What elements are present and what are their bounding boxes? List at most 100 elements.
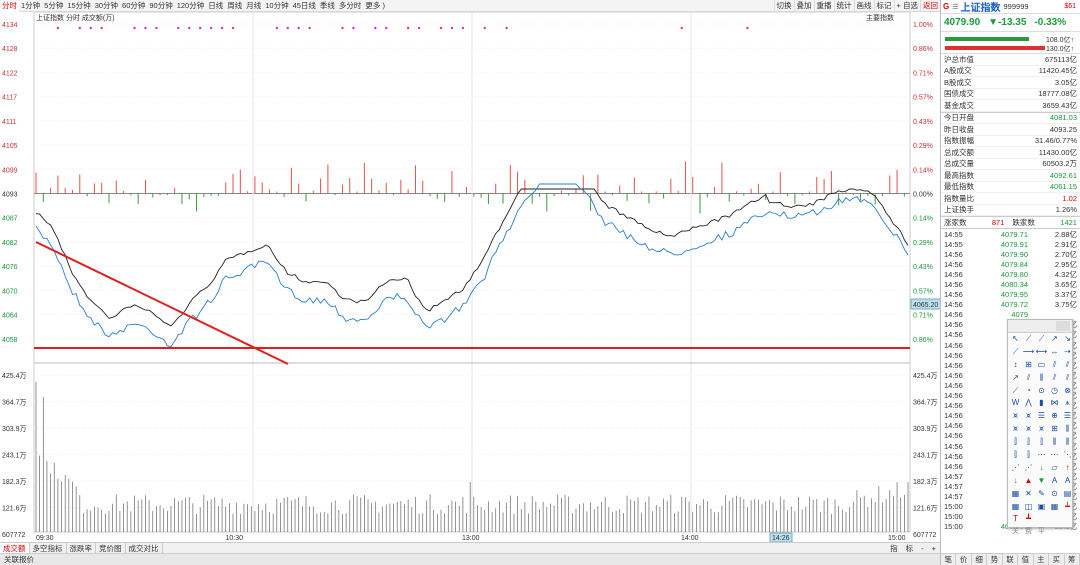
tool-button[interactable]: 画线 bbox=[853, 0, 874, 12]
draw-tool-icon[interactable]: ┷ bbox=[1061, 501, 1074, 514]
draw-tool-icon[interactable]: ▲ bbox=[1022, 475, 1035, 488]
draw-tool-icon[interactable]: ⊞ bbox=[1048, 423, 1061, 436]
indicator-tab[interactable]: 涨跌率 bbox=[67, 542, 96, 554]
panel-tab[interactable]: 买 bbox=[1049, 554, 1065, 565]
draw-tool-icon[interactable]: ⋯ bbox=[1035, 449, 1048, 462]
draw-tool-icon[interactable]: ⟶ bbox=[1022, 346, 1035, 359]
panel-tab[interactable]: 笔 bbox=[941, 554, 957, 565]
tool-button[interactable]: 重播 bbox=[813, 0, 834, 12]
intraday-chart[interactable]: 上证指数 分时 成交额(万) 主要指数 4134 1.00% 4128 0.86% 4122… bbox=[0, 12, 940, 542]
period-tab[interactable]: 15分钟 bbox=[65, 0, 92, 12]
return-button[interactable]: 返回 bbox=[920, 0, 940, 12]
draw-tool-icon[interactable] bbox=[1048, 513, 1061, 526]
indicator-tab[interactable]: 多空指标 bbox=[30, 542, 67, 554]
indicator-control[interactable]: - bbox=[917, 543, 928, 554]
draw-tool-icon[interactable]: ⫽ bbox=[1048, 372, 1061, 385]
draw-tool-icon[interactable]: ▮ bbox=[1035, 397, 1048, 410]
draw-tool-icon[interactable]: ▦ bbox=[1009, 501, 1022, 514]
draw-tool-icon[interactable]: ⩙ bbox=[1022, 423, 1035, 436]
tool-button[interactable]: 标记 bbox=[873, 0, 894, 12]
draw-tool-icon[interactable]: ⋈ bbox=[1048, 397, 1061, 410]
panel-tab[interactable]: 筹 bbox=[1065, 554, 1080, 565]
tool-button[interactable]: + 自选 bbox=[893, 0, 920, 12]
indicator-control[interactable]: + bbox=[928, 543, 940, 554]
draw-tool-icon[interactable]: ⊙ bbox=[1048, 488, 1061, 501]
draw-tool-icon[interactable]: A bbox=[1048, 475, 1061, 488]
draw-tool-icon[interactable]: ⫿ bbox=[1022, 436, 1035, 449]
draw-tool-icon[interactable]: ▼ bbox=[1035, 475, 1048, 488]
draw-tool-icon[interactable]: ⫿ bbox=[1009, 449, 1022, 462]
draw-tool-icon[interactable]: ⟋ bbox=[1009, 346, 1022, 359]
draw-tool-icon[interactable]: ⫽ bbox=[1061, 372, 1074, 385]
period-tab[interactable]: 30分钟 bbox=[93, 0, 120, 12]
panel-tab[interactable]: 价 bbox=[956, 554, 972, 565]
period-tab[interactable]: 分时 bbox=[0, 0, 19, 12]
tool-button[interactable]: 切换 bbox=[773, 0, 794, 12]
period-tab[interactable]: 周线 bbox=[225, 0, 244, 12]
draw-tool-icon[interactable]: ⫼ bbox=[1035, 372, 1048, 385]
period-tab[interactable]: 季线 bbox=[318, 0, 337, 12]
trend-line-diagonal[interactable] bbox=[35, 241, 289, 365]
draw-tool-icon[interactable]: ⩙ bbox=[1009, 410, 1022, 423]
draw-tool-icon[interactable]: ⫿ bbox=[1022, 449, 1035, 462]
draw-tool-icon[interactable]: ⟋ bbox=[1009, 385, 1022, 398]
period-tab[interactable]: 5分钟 bbox=[42, 0, 65, 12]
period-tab[interactable]: 60分钟 bbox=[120, 0, 147, 12]
period-tab[interactable]: 日线 bbox=[206, 0, 225, 12]
draw-tool-icon[interactable]: ↕ bbox=[1009, 359, 1022, 372]
draw-tool-icon[interactable]: ✎ bbox=[1035, 488, 1048, 501]
draw-tool-footer[interactable]: 平 bbox=[1038, 526, 1045, 536]
draw-tool-icon[interactable]: ↖ bbox=[1009, 333, 1022, 346]
draw-tool-icon[interactable]: ▦ bbox=[1048, 501, 1061, 514]
draw-tool-icon[interactable] bbox=[1035, 513, 1048, 526]
draw-tool-icon[interactable]: A bbox=[1061, 475, 1074, 488]
draw-tool-icon[interactable]: ⟋ bbox=[1022, 333, 1035, 346]
draw-tool-icon[interactable]: ⫿ bbox=[1009, 436, 1022, 449]
period-tab[interactable]: 1分钟 bbox=[19, 0, 42, 12]
draw-tool-icon[interactable]: ↘ bbox=[1061, 333, 1074, 346]
draw-tool-icon[interactable]: ↓ bbox=[1035, 462, 1048, 475]
draw-tool-icon[interactable]: ↗ bbox=[1048, 333, 1061, 346]
draw-tool-icon[interactable]: ⇢ bbox=[1061, 346, 1074, 359]
draw-tool-icon[interactable]: ⋀ bbox=[1022, 397, 1035, 410]
draw-tool-icon[interactable]: ⋯ bbox=[1048, 449, 1061, 462]
period-tab[interactable]: 月线 bbox=[244, 0, 263, 12]
draw-tool-icon[interactable]: ▭ bbox=[1035, 359, 1048, 372]
draw-tool-icon[interactable]: ↔ bbox=[1048, 346, 1061, 359]
draw-tool-icon[interactable]: ⊞ bbox=[1022, 359, 1035, 372]
draw-tool-footer[interactable]: 关 bbox=[1012, 526, 1019, 536]
draw-tool-icon[interactable]: ☰ bbox=[1035, 410, 1048, 423]
draw-tool-icon[interactable]: ⫽ bbox=[1048, 359, 1061, 372]
period-tab[interactable]: 更多 ) bbox=[363, 0, 387, 12]
draw-tool-icon[interactable]: ⫿ bbox=[1035, 436, 1048, 449]
draw-tool-icon[interactable]: ◫ bbox=[1022, 501, 1035, 514]
draw-tool-icon[interactable]: ▦ bbox=[1009, 488, 1022, 501]
panel-tab[interactable]: 联 bbox=[1003, 554, 1019, 565]
tool-button[interactable]: 统计 bbox=[833, 0, 854, 12]
draw-tool-icon[interactable]: ⟋ bbox=[1035, 333, 1048, 346]
panel-tab[interactable]: 细 bbox=[972, 554, 988, 565]
draw-tool-icon[interactable]: ⋰ bbox=[1009, 462, 1022, 475]
draw-tool-icon[interactable]: ⊙ bbox=[1035, 385, 1048, 398]
period-tab[interactable]: 90分钟 bbox=[147, 0, 174, 12]
period-tab[interactable]: 10分钟 bbox=[263, 0, 290, 12]
indicator-control[interactable]: 标 bbox=[902, 543, 918, 554]
panel-tab[interactable]: 值 bbox=[1018, 554, 1034, 565]
draw-tool-icon[interactable]: ⫼ bbox=[1048, 436, 1061, 449]
draw-tool-icon[interactable]: ⩙ bbox=[1009, 423, 1022, 436]
draw-tool-icon[interactable]: ⩚ bbox=[1061, 397, 1074, 410]
draw-tool-icon[interactable]: ⩙ bbox=[1035, 423, 1048, 436]
draw-tool-icon[interactable]: ┻ bbox=[1022, 513, 1035, 526]
draw-tool-icon[interactable]: ▣ bbox=[1035, 501, 1048, 514]
draw-tool-icon[interactable]: ⊕ bbox=[1048, 410, 1061, 423]
draw-tool-icon[interactable]: ▱ bbox=[1048, 462, 1061, 475]
indicator-tab[interactable]: 成交对比 bbox=[126, 542, 163, 554]
draw-tool-icon[interactable]: ⫽ bbox=[1061, 359, 1074, 372]
draw-tool-icon[interactable]: ◷ bbox=[1048, 385, 1061, 398]
draw-tool-icon[interactable]: ◔ bbox=[1022, 385, 1035, 398]
draw-tool-icon[interactable]: ⩙ bbox=[1022, 410, 1035, 423]
period-tab[interactable]: 45日线 bbox=[291, 0, 318, 12]
draw-tool-icon[interactable]: ⊗ bbox=[1061, 385, 1074, 398]
draw-tool-icon[interactable]: ⋰ bbox=[1022, 462, 1035, 475]
indicator-tab[interactable]: 成交额 bbox=[0, 542, 30, 554]
